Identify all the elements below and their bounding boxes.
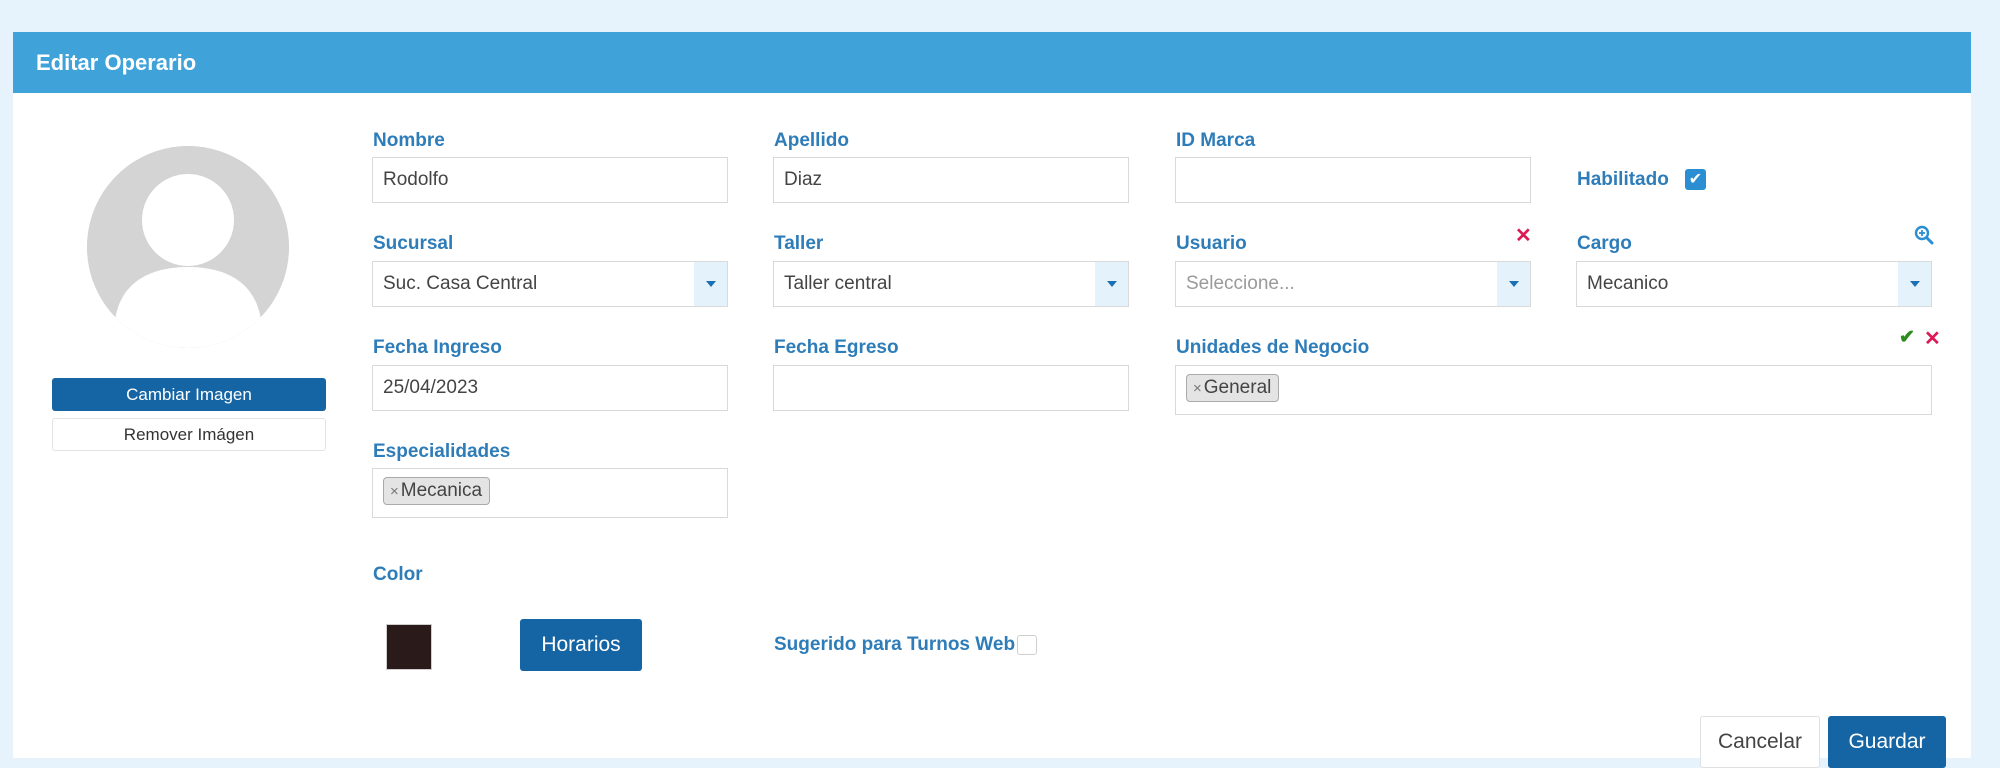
taller-value: Taller central: [784, 273, 892, 294]
save-button[interactable]: Guardar: [1828, 716, 1946, 768]
cancel-button[interactable]: Cancelar: [1700, 716, 1820, 768]
change-image-button[interactable]: Cambiar Imagen: [52, 378, 326, 411]
id-marca-input[interactable]: [1175, 157, 1531, 203]
sugerido-checkbox[interactable]: [1017, 635, 1037, 655]
chevron-down-icon[interactable]: [1898, 262, 1931, 306]
apellido-input[interactable]: Diaz: [773, 157, 1129, 203]
tag-general[interactable]: × General: [1186, 374, 1280, 402]
edit-operario-panel: Editar Operario Cambiar Imagen Remover I…: [13, 32, 1971, 768]
sucursal-value: Suc. Casa Central: [383, 273, 538, 294]
usuario-select[interactable]: Seleccione...: [1175, 261, 1531, 307]
close-icon[interactable]: ✕: [1924, 329, 1941, 349]
chevron-down-icon[interactable]: [1497, 262, 1530, 306]
usuario-label: Usuario: [1176, 233, 1247, 254]
unidades-negocio-input[interactable]: × General: [1175, 365, 1932, 415]
especialidades-label: Especialidades: [373, 441, 511, 462]
user-icon: [87, 146, 289, 348]
avatar: [87, 146, 289, 348]
panel-title: Editar Operario: [13, 32, 1971, 93]
tag-label: General: [1203, 377, 1272, 398]
sugerido-label: Sugerido para Turnos Web: [774, 634, 1016, 655]
apellido-label: Apellido: [774, 130, 849, 151]
habilitado-checkbox[interactable]: ✔: [1685, 169, 1706, 190]
horarios-button[interactable]: Horarios: [520, 619, 642, 671]
fecha-ingreso-input[interactable]: 25/04/2023: [372, 365, 728, 411]
taller-select[interactable]: Taller central: [773, 261, 1129, 307]
color-picker[interactable]: [386, 624, 432, 670]
fecha-egreso-label: Fecha Egreso: [774, 337, 899, 358]
cargo-value: Mecanico: [1587, 273, 1669, 294]
taller-label: Taller: [774, 233, 824, 254]
remove-tag-icon[interactable]: ×: [390, 483, 399, 500]
color-label: Color: [373, 564, 423, 585]
id-marca-label: ID Marca: [1176, 130, 1256, 151]
check-icon[interactable]: ✔: [1899, 328, 1915, 348]
fecha-ingreso-label: Fecha Ingreso: [373, 337, 502, 358]
cargo-select[interactable]: Mecanico: [1576, 261, 1932, 307]
fecha-egreso-input[interactable]: [773, 365, 1129, 411]
chevron-down-icon[interactable]: [1095, 262, 1128, 306]
unidades-negocio-label: Unidades de Negocio: [1176, 337, 1370, 358]
check-icon: ✔: [1688, 171, 1703, 188]
usuario-placeholder: Seleccione...: [1186, 273, 1295, 294]
chevron-down-icon[interactable]: [694, 262, 727, 306]
close-icon[interactable]: ✕: [1515, 226, 1532, 246]
tag-label: Mecanica: [400, 480, 483, 501]
sucursal-select[interactable]: Suc. Casa Central: [372, 261, 728, 307]
cargo-label: Cargo: [1577, 233, 1632, 254]
nombre-input[interactable]: Rodolfo: [372, 157, 728, 203]
habilitado-label: Habilitado: [1577, 169, 1669, 190]
zoom-icon[interactable]: [1914, 225, 1934, 245]
sucursal-label: Sucursal: [373, 233, 454, 254]
especialidades-input[interactable]: × Mecanica: [372, 468, 728, 518]
nombre-label: Nombre: [373, 130, 445, 151]
remove-image-button[interactable]: Remover Imágen: [52, 418, 326, 451]
tag-mecanica[interactable]: × Mecanica: [383, 477, 491, 505]
remove-tag-icon[interactable]: ×: [1193, 380, 1202, 397]
